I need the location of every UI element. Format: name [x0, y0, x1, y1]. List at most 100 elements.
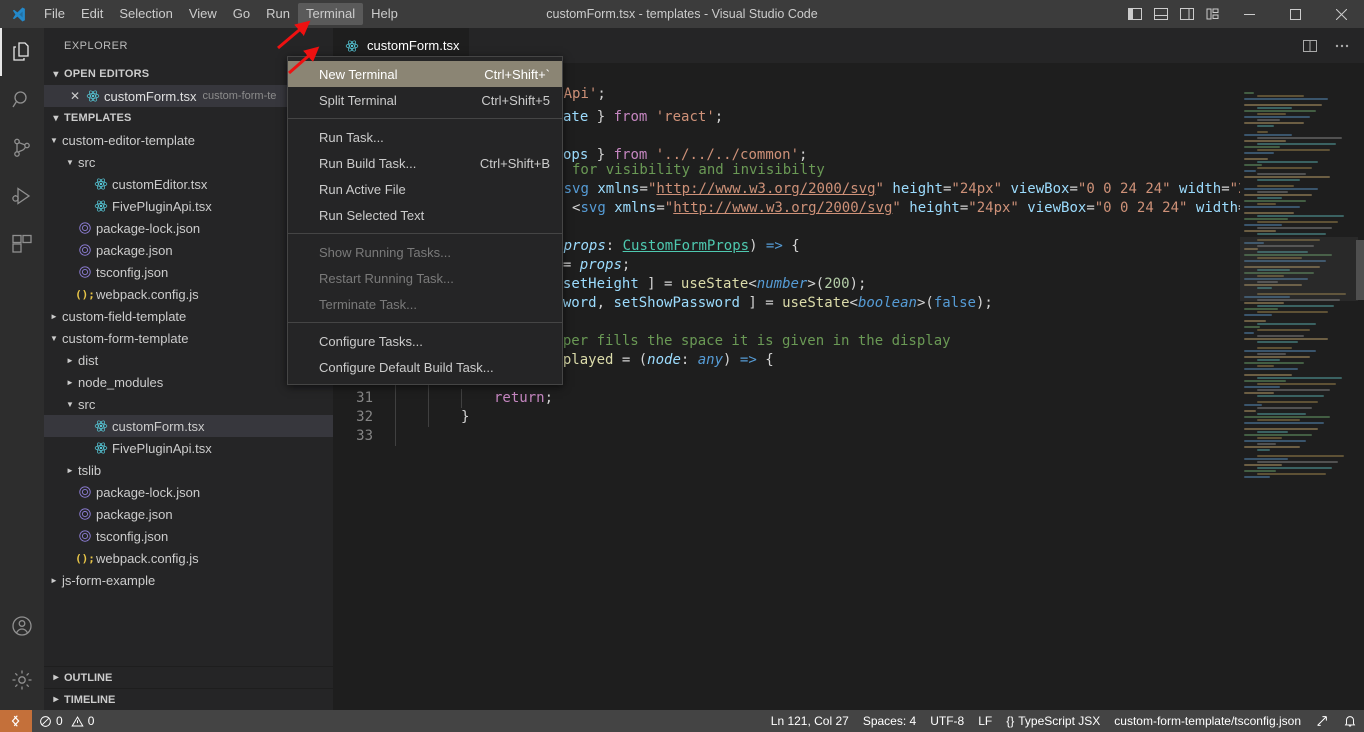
window-minimize-button[interactable]: [1226, 0, 1272, 28]
menu-item-run-active-file[interactable]: Run Active File: [288, 176, 562, 202]
toggle-primary-sidebar-icon[interactable]: [1122, 0, 1148, 28]
minimap-line: [1244, 458, 1288, 460]
tree-item-package-lock-json[interactable]: package-lock.json: [44, 481, 333, 503]
toggle-panel-icon[interactable]: [1148, 0, 1174, 28]
minimap-line: [1257, 353, 1286, 355]
menu-item-label: Show Running Tasks...: [319, 245, 451, 260]
menu-view[interactable]: View: [181, 3, 225, 25]
menu-item-run-selected-text[interactable]: Run Selected Text: [288, 202, 562, 228]
close-icon[interactable]: ✕: [66, 89, 84, 103]
activity-source-control-icon[interactable]: [0, 124, 44, 172]
minimap-line: [1244, 314, 1272, 316]
split-editor-icon[interactable]: [1296, 28, 1324, 63]
toggle-secondary-sidebar-icon[interactable]: [1174, 0, 1200, 28]
minimap-line: [1257, 407, 1312, 409]
menu-terminal[interactable]: Terminal: [298, 3, 363, 25]
menu-selection[interactable]: Selection: [111, 3, 180, 25]
sidebar-item-timeline[interactable]: ▸ TIMELINE: [44, 688, 333, 710]
menu-file[interactable]: File: [36, 3, 73, 25]
tree-item-label: tslib: [78, 463, 101, 478]
terminal-menu-dropdown[interactable]: New TerminalCtrl+Shift+`Split TerminalCt…: [287, 56, 563, 385]
menu-item-new-terminal[interactable]: New TerminalCtrl+Shift+`: [288, 61, 562, 87]
window-close-button[interactable]: [1318, 0, 1364, 28]
customize-layout-icon[interactable]: [1200, 0, 1226, 28]
minimap-line: [1244, 230, 1276, 232]
minimap-line: [1257, 431, 1288, 433]
tree-item-label: src: [78, 155, 95, 170]
menu-item-split-terminal[interactable]: Split TerminalCtrl+Shift+5: [288, 87, 562, 113]
status-encoding[interactable]: UTF-8: [923, 710, 971, 732]
minimap-line: [1257, 377, 1342, 379]
activity-settings-gear-icon[interactable]: [0, 650, 44, 710]
tree-item-src[interactable]: ▼src: [44, 393, 333, 415]
scrollbar-thumb[interactable]: [1356, 240, 1364, 300]
menu-item-run-task[interactable]: Run Task...: [288, 124, 562, 150]
minimap-line: [1257, 443, 1276, 445]
minimap-line: [1257, 341, 1298, 343]
react-icon: [92, 441, 110, 455]
minimap-line: [1257, 413, 1306, 415]
menu-item-label: Configure Tasks...: [319, 334, 423, 349]
status-indentation[interactable]: Spaces: 4: [856, 710, 923, 732]
menu-item-restart-running-task: Restart Running Task...: [288, 265, 562, 291]
sidebar-item-outline[interactable]: ▸ OUTLINE: [44, 666, 333, 688]
menu-go[interactable]: Go: [225, 3, 258, 25]
minimap-line: [1257, 95, 1304, 97]
activity-extensions-icon[interactable]: [0, 220, 44, 268]
menu-edit[interactable]: Edit: [73, 3, 111, 25]
status-language-mode[interactable]: {} TypeScript JSX: [999, 710, 1107, 732]
minimap-line: [1257, 143, 1336, 145]
tree-item-webpack-config-js[interactable]: ();webpack.config.js: [44, 547, 333, 569]
tree-item-tslib[interactable]: ►tslib: [44, 459, 333, 481]
react-icon: [84, 89, 102, 103]
minimap-line: [1244, 338, 1328, 340]
minimap-line: [1257, 389, 1330, 391]
status-eol[interactable]: LF: [971, 710, 999, 732]
minimap-line: [1257, 461, 1338, 463]
more-actions-icon[interactable]: [1328, 28, 1356, 63]
minimap-line: [1257, 467, 1332, 469]
menu-help[interactable]: Help: [363, 3, 406, 25]
activity-accounts-icon[interactable]: [0, 602, 44, 650]
status-problems[interactable]: 0 0: [32, 710, 101, 732]
tree-item-customform-tsx[interactable]: customForm.tsx: [44, 415, 333, 437]
warning-count: 0: [88, 714, 95, 728]
menu-item-configure-tasks[interactable]: Configure Tasks...: [288, 328, 562, 354]
status-cursor-position[interactable]: Ln 121, Col 27: [764, 710, 856, 732]
menu-run[interactable]: Run: [258, 3, 298, 25]
activity-search-icon[interactable]: [0, 76, 44, 124]
status-bell-icon[interactable]: [1336, 710, 1364, 732]
activity-run-debug-icon[interactable]: [0, 172, 44, 220]
tree-item-package-json[interactable]: package.json: [44, 503, 333, 525]
chevron-down-icon: ▼: [64, 400, 76, 409]
minimap-line: [1257, 227, 1332, 229]
window-maximize-button[interactable]: [1272, 0, 1318, 28]
minimap-line: [1244, 206, 1300, 208]
menu-item-run-build-task[interactable]: Run Build Task...Ctrl+Shift+B: [288, 150, 562, 176]
json-icon: [76, 485, 94, 499]
minimap-slider[interactable]: [1240, 237, 1358, 301]
javascript-icon: ();: [76, 552, 94, 565]
minimap-line: [1257, 359, 1280, 361]
remote-window-icon[interactable]: [0, 710, 32, 732]
minimap-line: [1257, 167, 1312, 169]
minimap-line: [1257, 311, 1328, 313]
minimap-line: [1244, 362, 1304, 364]
tree-item-fivepluginapi-tsx[interactable]: FivePluginApi.tsx: [44, 437, 333, 459]
status-tsconfig[interactable]: custom-form-template/tsconfig.json: [1107, 710, 1308, 732]
tree-item-js-form-example[interactable]: ►js-form-example: [44, 569, 333, 591]
minimap-line: [1244, 374, 1292, 376]
activity-explorer-icon[interactable]: [0, 28, 44, 76]
minimap-line: [1257, 329, 1310, 331]
language-json-icon: {}: [1006, 714, 1014, 728]
tree-item-tsconfig-json[interactable]: tsconfig.json: [44, 525, 333, 547]
status-feedback-icon[interactable]: [1308, 710, 1336, 732]
minimap[interactable]: [1240, 85, 1364, 710]
minimap-line: [1257, 401, 1318, 403]
minimap-line: [1257, 131, 1268, 133]
minimap-line: [1244, 176, 1330, 178]
tree-item-label: package.json: [96, 507, 173, 522]
editor-scrollbar[interactable]: [1356, 85, 1364, 710]
menu-item-configure-default-build-task[interactable]: Configure Default Build Task...: [288, 354, 562, 380]
minimap-line: [1257, 221, 1338, 223]
